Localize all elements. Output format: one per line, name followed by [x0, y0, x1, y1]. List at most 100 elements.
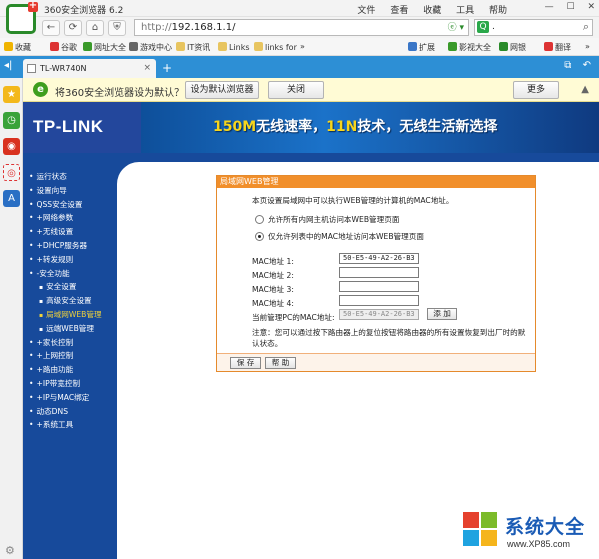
router-menu-item[interactable]: +系统工具 [29, 418, 119, 432]
favorites-star-icon[interactable]: ★ [3, 86, 20, 103]
sidebar-toggle-icon[interactable]: ◂| [4, 60, 12, 71]
back-button[interactable]: ← [42, 20, 60, 36]
close-notify-button[interactable]: 关闭 [268, 81, 324, 99]
menu-favorites[interactable]: 收藏 [423, 6, 441, 16]
minimize-button[interactable]: — [545, 2, 554, 12]
search-input[interactable]: Q . ⌕ [474, 19, 593, 36]
menu-file[interactable]: 文件 [357, 6, 375, 16]
target-icon[interactable]: ◎ [3, 164, 20, 181]
router-menu-item[interactable]: 设置向导 [29, 184, 119, 198]
clock-icon[interactable]: ◷ [3, 112, 20, 129]
router-menu-item[interactable]: +转发规则 [29, 253, 119, 267]
url-host: 192.168.1.1/ [171, 22, 236, 33]
current-mac-label: 当前管理PC的MAC地址: [252, 313, 335, 322]
router-menu-item[interactable]: 动态DNS [29, 405, 119, 419]
tab-router[interactable]: TL-WR740N × [23, 59, 156, 78]
bookmark-links-for[interactable]: links for [254, 42, 297, 52]
refresh-button[interactable]: ⟳ [64, 20, 82, 36]
search-engine-icon[interactable]: Q [477, 21, 489, 33]
gamepad-icon [129, 42, 138, 51]
watermark-text: 系统大全 [505, 516, 586, 538]
page-favicon-icon [27, 64, 36, 73]
url-input[interactable]: http://192.168.1.1/ ⓔ ▾ [134, 19, 469, 36]
bookmark-game-center[interactable]: 游戏中心 [129, 42, 172, 53]
router-menu-item[interactable]: QSS安全设置 [29, 198, 119, 212]
mac-input-2[interactable] [339, 267, 419, 278]
maximize-button[interactable]: ☐ [567, 2, 575, 12]
search-icon[interactable]: ⌕ [583, 20, 589, 34]
more-button[interactable]: 更多 [513, 81, 559, 99]
router-menu-item[interactable]: +无线设置 [29, 225, 119, 239]
router-menu-item[interactable]: +路由功能 [29, 363, 119, 377]
router-menu-item[interactable]: +DHCP服务器 [29, 239, 119, 253]
translate-icon [544, 42, 553, 51]
windows-logo-icon [463, 512, 499, 548]
home-button[interactable]: ⌂ [86, 20, 104, 36]
bookmark-video[interactable]: 影视大全 [448, 42, 491, 53]
radio-allow-all[interactable]: 允许所有内网主机访问本WEB管理页面 [255, 214, 399, 225]
undo-close-icon[interactable]: ↶ [583, 60, 591, 71]
router-menu-item[interactable]: 远端WEB管理 [29, 322, 119, 336]
set-default-button[interactable]: 设为默认浏览器 [185, 81, 259, 99]
bookmark-extensions[interactable]: 扩展 [408, 42, 435, 53]
close-tab-button[interactable]: × [143, 63, 151, 73]
mac-label-1: MAC地址 1: [252, 257, 294, 266]
mac-label-4: MAC地址 4: [252, 299, 294, 308]
browser-sidebar: ★ ◷ ◉ ◎ A ⚙ [0, 78, 23, 559]
save-button[interactable]: 保 存 [230, 357, 261, 369]
help-button[interactable]: 帮 助 [265, 357, 296, 369]
browser-logo-icon[interactable]: + [6, 1, 38, 34]
weibo-icon[interactable]: ◉ [3, 138, 20, 155]
tab-list-icon[interactable]: ⧉ [564, 60, 571, 71]
bookmark-online-bank[interactable]: 网银 [499, 42, 526, 53]
mac-input-1[interactable]: 50-E5-49-A2-26-B3 [339, 253, 419, 264]
router-menu-item[interactable]: 安全设置 [29, 280, 119, 294]
close-window-button[interactable]: ✕ [587, 2, 595, 12]
mac-label-2: MAC地址 2: [252, 271, 294, 280]
router-menu-item[interactable]: 高级安全设置 [29, 294, 119, 308]
router-menu-item[interactable]: +家长控制 [29, 336, 119, 350]
router-menu-item[interactable]: +上网控制 [29, 349, 119, 363]
menu-view[interactable]: 查看 [390, 6, 408, 16]
router-menu-item[interactable]: -安全功能 [29, 267, 119, 281]
folder-icon [218, 42, 227, 51]
router-menu-item[interactable]: 局域网WEB管理 [29, 308, 119, 322]
collapse-arrow-icon[interactable]: ▲ [581, 84, 589, 95]
app-icon[interactable]: A [3, 190, 20, 207]
tp-link-logo: TP-LINK [23, 102, 141, 153]
bookmark-it-news[interactable]: IT资讯 [176, 42, 210, 53]
shield-button[interactable]: ⛨ [108, 20, 126, 36]
default-browser-bar: e 将360安全浏览器设为默认？ 设为默认浏览器 关闭 更多 ▲ [23, 78, 599, 102]
router-menu: 运行状态设置向导QSS安全设置+网络参数+无线设置+DHCP服务器+转发规则-安… [29, 170, 119, 432]
new-tab-button[interactable]: + [160, 61, 174, 75]
router-menu-item[interactable]: +IP与MAC绑定 [29, 391, 119, 405]
router-menu-item[interactable]: 运行状态 [29, 170, 119, 184]
url-scheme: http:// [141, 22, 172, 33]
address-bar: ← ⟳ ⌂ ⛨ http://192.168.1.1/ ⓔ ▾ Q . ⌕ [0, 17, 599, 38]
radio-allow-all-control[interactable] [255, 215, 264, 224]
mac-input-4[interactable] [339, 295, 419, 306]
bookmarks-right-overflow[interactable]: » [585, 42, 590, 51]
settings-gear-icon[interactable]: ⚙ [5, 544, 15, 557]
bookmark-url-directory[interactable]: 网址大全 [83, 42, 126, 53]
watermark-url: www.XP85.com [507, 539, 571, 549]
radio-allow-list-control[interactable] [255, 232, 264, 241]
search-value: . [492, 22, 495, 32]
menu-help[interactable]: 帮助 [489, 6, 507, 16]
bookmark-google[interactable]: 谷歌 [50, 42, 77, 53]
title-bar: 360安全浏览器 6.2 文件 查看 收藏 工具 帮助 — ☐ ✕ [0, 0, 599, 17]
menu-tools[interactable]: 工具 [456, 6, 474, 16]
router-menu-item[interactable]: +IP带宽控制 [29, 377, 119, 391]
url-mode-icon[interactable]: ⓔ ▾ [448, 21, 464, 36]
window-title: 360安全浏览器 6.2 [44, 6, 124, 16]
bookmark-favorites[interactable]: 收藏 [4, 42, 31, 53]
mac-input-3[interactable] [339, 281, 419, 292]
router-menu-item[interactable]: +网络参数 [29, 211, 119, 225]
reset-note: 注意：您可以通过按下路由器上的复位按钮将路由器的所有设置恢复到出厂时的默认状态。 [252, 328, 526, 348]
bookmarks-overflow[interactable]: » [300, 42, 305, 51]
add-mac-button[interactable]: 添 加 [427, 308, 457, 320]
tab-bar: ◂| TL-WR740N × + ⧉ ↶ [0, 56, 599, 78]
bookmark-links[interactable]: Links [218, 42, 250, 52]
bookmark-translate[interactable]: 翻译 [544, 42, 571, 53]
radio-allow-list[interactable]: 仅允许列表中的MAC地址访问本WEB管理页面 [255, 231, 424, 242]
